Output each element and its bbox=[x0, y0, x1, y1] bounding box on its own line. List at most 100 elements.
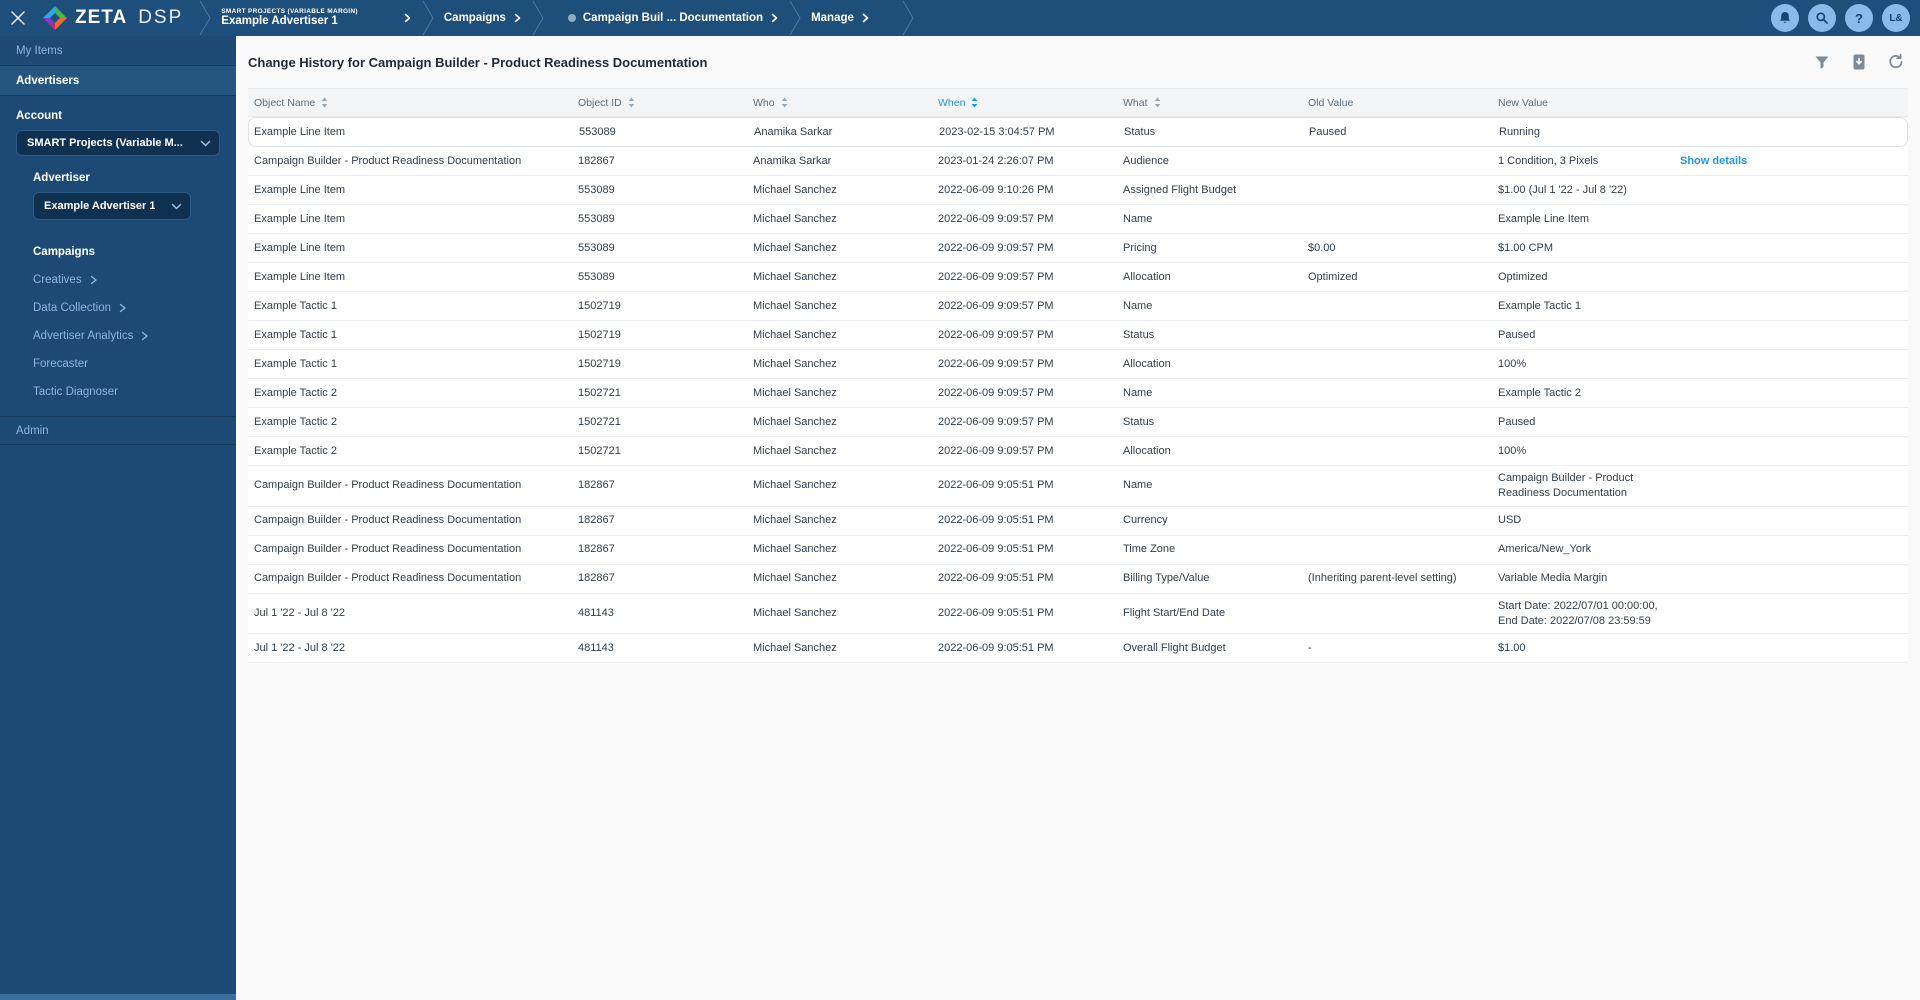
sidebar-item-creatives[interactable]: Creatives bbox=[33, 266, 220, 294]
breadcrumb-advertiser[interactable]: SMART PROJECTS (VARIABLE MARGIN) Example… bbox=[213, 8, 420, 29]
cell-details bbox=[1680, 214, 1908, 224]
table-row[interactable]: Example Tactic 2 1502721 Michael Sanchez 20… bbox=[248, 437, 1908, 466]
table-row[interactable]: Jul 1 '22 - Jul 8 '22 481143 Michael Sanch… bbox=[248, 634, 1908, 664]
table-row[interactable]: Example Tactic 1 1502719 Michael Sanchez 20… bbox=[248, 292, 1908, 321]
cell-old-value: $0.00 bbox=[1308, 241, 1336, 254]
cell-new-value: Running bbox=[1499, 125, 1540, 138]
cell-object-name: Example Tactic 2 bbox=[254, 444, 337, 457]
column-header-old-value: Old Value bbox=[1308, 96, 1354, 109]
export-button[interactable] bbox=[1849, 52, 1869, 72]
cell-when: 2022-06-09 9:09:57 PM bbox=[938, 386, 1054, 399]
cell-old-value: (Inheriting parent-level setting) bbox=[1308, 572, 1457, 585]
cell-what: Status bbox=[1123, 328, 1155, 341]
sidebar-item-forecaster[interactable]: Forecaster bbox=[33, 350, 220, 378]
cell-old-value bbox=[1308, 185, 1498, 195]
cell-details bbox=[1681, 127, 1907, 137]
sidebar-item-my-items[interactable]: My Items bbox=[0, 36, 236, 66]
cell-object-id: 182867 bbox=[578, 543, 615, 556]
cell-object-id: 481143 bbox=[578, 641, 614, 654]
cell-object-id: 182867 bbox=[578, 514, 615, 527]
breadcrumb-manage[interactable]: Manage bbox=[803, 12, 878, 24]
cell-object-id: 1502721 bbox=[578, 444, 621, 457]
cell-details bbox=[1680, 446, 1908, 456]
table-row[interactable]: Jul 1 '22 - Jul 8 '22 481143 Michael Sanch… bbox=[248, 593, 1908, 635]
sidebar-scrollbar[interactable] bbox=[0, 994, 236, 1000]
chevron-right-icon bbox=[142, 331, 149, 341]
cell-when: 2022-06-09 9:09:57 PM bbox=[938, 241, 1054, 254]
cell-when: 2023-01-24 2:26:07 PM bbox=[938, 154, 1054, 167]
table-body: Example Line Item 553089 Anamika Sarkar 202… bbox=[248, 117, 1908, 664]
table-row[interactable]: Campaign Builder - Product Readiness Doc… bbox=[248, 466, 1908, 507]
table-row[interactable]: Example Tactic 1 1502719 Michael Sanchez 20… bbox=[248, 321, 1908, 350]
sidebar-item-advertisers[interactable]: Advertisers bbox=[0, 66, 236, 96]
cell-what: Allocation bbox=[1123, 270, 1171, 283]
table-row[interactable]: Example Line Item 553089 Michael Sanchez 20… bbox=[248, 263, 1908, 292]
chevron-right-icon bbox=[90, 275, 97, 285]
close-icon[interactable] bbox=[0, 0, 36, 36]
cell-object-name: Example Tactic 1 bbox=[254, 357, 337, 370]
table-row[interactable]: Example Line Item 553089 Michael Sanchez 20… bbox=[248, 205, 1908, 234]
show-details-link[interactable]: Show details bbox=[1680, 149, 1908, 174]
cell-details bbox=[1680, 359, 1908, 369]
column-header-when[interactable]: When bbox=[938, 97, 1123, 109]
cell-who: Michael Sanchez bbox=[753, 641, 837, 654]
table-row[interactable]: Example Tactic 1 1502719 Michael Sanchez 20… bbox=[248, 350, 1908, 379]
cell-new-value: Campaign Builder - Product Readiness Doc… bbox=[1498, 472, 1634, 499]
cell-when: 2022-06-09 9:09:57 PM bbox=[938, 415, 1054, 428]
cell-details bbox=[1680, 481, 1908, 491]
cell-old-value bbox=[1308, 156, 1498, 166]
help-button[interactable]: ? bbox=[1845, 4, 1873, 32]
cell-new-value: Variable Media Margin bbox=[1498, 572, 1608, 585]
advertiser-select[interactable]: Example Advertiser 1 bbox=[33, 192, 191, 220]
cell-who: Michael Sanchez bbox=[753, 514, 837, 527]
table-row[interactable]: Campaign Builder - Product Readiness Doc… bbox=[248, 506, 1908, 536]
cell-object-name: Jul 1 '22 - Jul 8 '22 bbox=[254, 607, 346, 620]
table-row[interactable]: Example Tactic 2 1502721 Michael Sanchez 20… bbox=[248, 408, 1908, 437]
sidebar-item-admin[interactable]: Admin bbox=[0, 416, 236, 445]
cell-when: 2022-06-09 9:05:51 PM bbox=[938, 607, 1054, 620]
column-header-who[interactable]: Who bbox=[753, 97, 938, 109]
chevron-down-icon bbox=[171, 203, 182, 209]
cell-new-value: USD bbox=[1498, 514, 1522, 527]
breadcrumb-campaigns[interactable]: Campaigns bbox=[436, 12, 530, 24]
cell-object-name: Example Line Item bbox=[254, 183, 346, 196]
table-row[interactable]: Example Line Item 553089 Michael Sanchez 20… bbox=[248, 234, 1908, 263]
refresh-button[interactable] bbox=[1886, 52, 1906, 72]
column-header-object-id[interactable]: Object ID bbox=[578, 97, 753, 109]
cell-what: Name bbox=[1123, 386, 1153, 399]
cell-object-id: 553089 bbox=[578, 212, 615, 225]
table-row[interactable]: Campaign Builder - Product Readiness Doc… bbox=[248, 147, 1908, 176]
search-button[interactable] bbox=[1808, 4, 1836, 32]
breadcrumb-campaign[interactable]: Campaign Buil ... Documentation bbox=[560, 12, 787, 24]
cell-old-value: - bbox=[1308, 641, 1312, 654]
table-row[interactable]: Campaign Builder - Product Readiness Doc… bbox=[248, 564, 1908, 594]
account-select[interactable]: SMART Projects (Variable M... bbox=[16, 130, 220, 156]
notifications-button[interactable] bbox=[1771, 4, 1799, 32]
sidebar-item-campaigns[interactable]: Campaigns bbox=[33, 238, 220, 266]
cell-when: 2022-06-09 9:09:57 PM bbox=[938, 270, 1054, 283]
cell-new-value: 1 Condition, 3 Pixels bbox=[1498, 154, 1599, 167]
sidebar-item-advertiser-analytics[interactable]: Advertiser Analytics bbox=[33, 322, 220, 350]
cell-what: Name bbox=[1123, 212, 1153, 225]
sidebar-item-data-collection[interactable]: Data Collection bbox=[33, 294, 220, 322]
cell-old-value bbox=[1308, 301, 1498, 311]
cell-what: Status bbox=[1123, 415, 1155, 428]
refresh-icon bbox=[1889, 53, 1903, 69]
cell-what: Name bbox=[1123, 299, 1153, 312]
cell-object-name: Example Line Item bbox=[254, 241, 346, 254]
column-header-what[interactable]: What bbox=[1123, 97, 1308, 109]
table-row[interactable]: Campaign Builder - Product Readiness Doc… bbox=[248, 535, 1908, 565]
cell-what: Assigned Flight Budget bbox=[1123, 183, 1237, 196]
table-row[interactable]: Example Line Item 553089 Michael Sanchez 20… bbox=[248, 176, 1908, 205]
zeta-dsp-logo[interactable]: ZETA DSP bbox=[42, 5, 183, 31]
avatar[interactable]: L& bbox=[1882, 4, 1910, 32]
cell-details bbox=[1680, 417, 1908, 427]
sidebar-item-tactic-diagnoser[interactable]: Tactic Diagnoser bbox=[33, 378, 220, 406]
cell-when: 2022-06-09 9:05:51 PM bbox=[938, 641, 1054, 654]
table-row[interactable]: Example Line Item 553089 Anamika Sarkar 202… bbox=[248, 117, 1908, 147]
column-header-object-name[interactable]: Object Name bbox=[248, 97, 578, 109]
table-row[interactable]: Example Tactic 2 1502721 Michael Sanchez 20… bbox=[248, 379, 1908, 408]
cell-when: 2022-06-09 9:05:51 PM bbox=[938, 543, 1054, 556]
filter-button[interactable] bbox=[1812, 52, 1832, 72]
content-header: Change History for Campaign Builder - Pr… bbox=[236, 36, 1920, 88]
